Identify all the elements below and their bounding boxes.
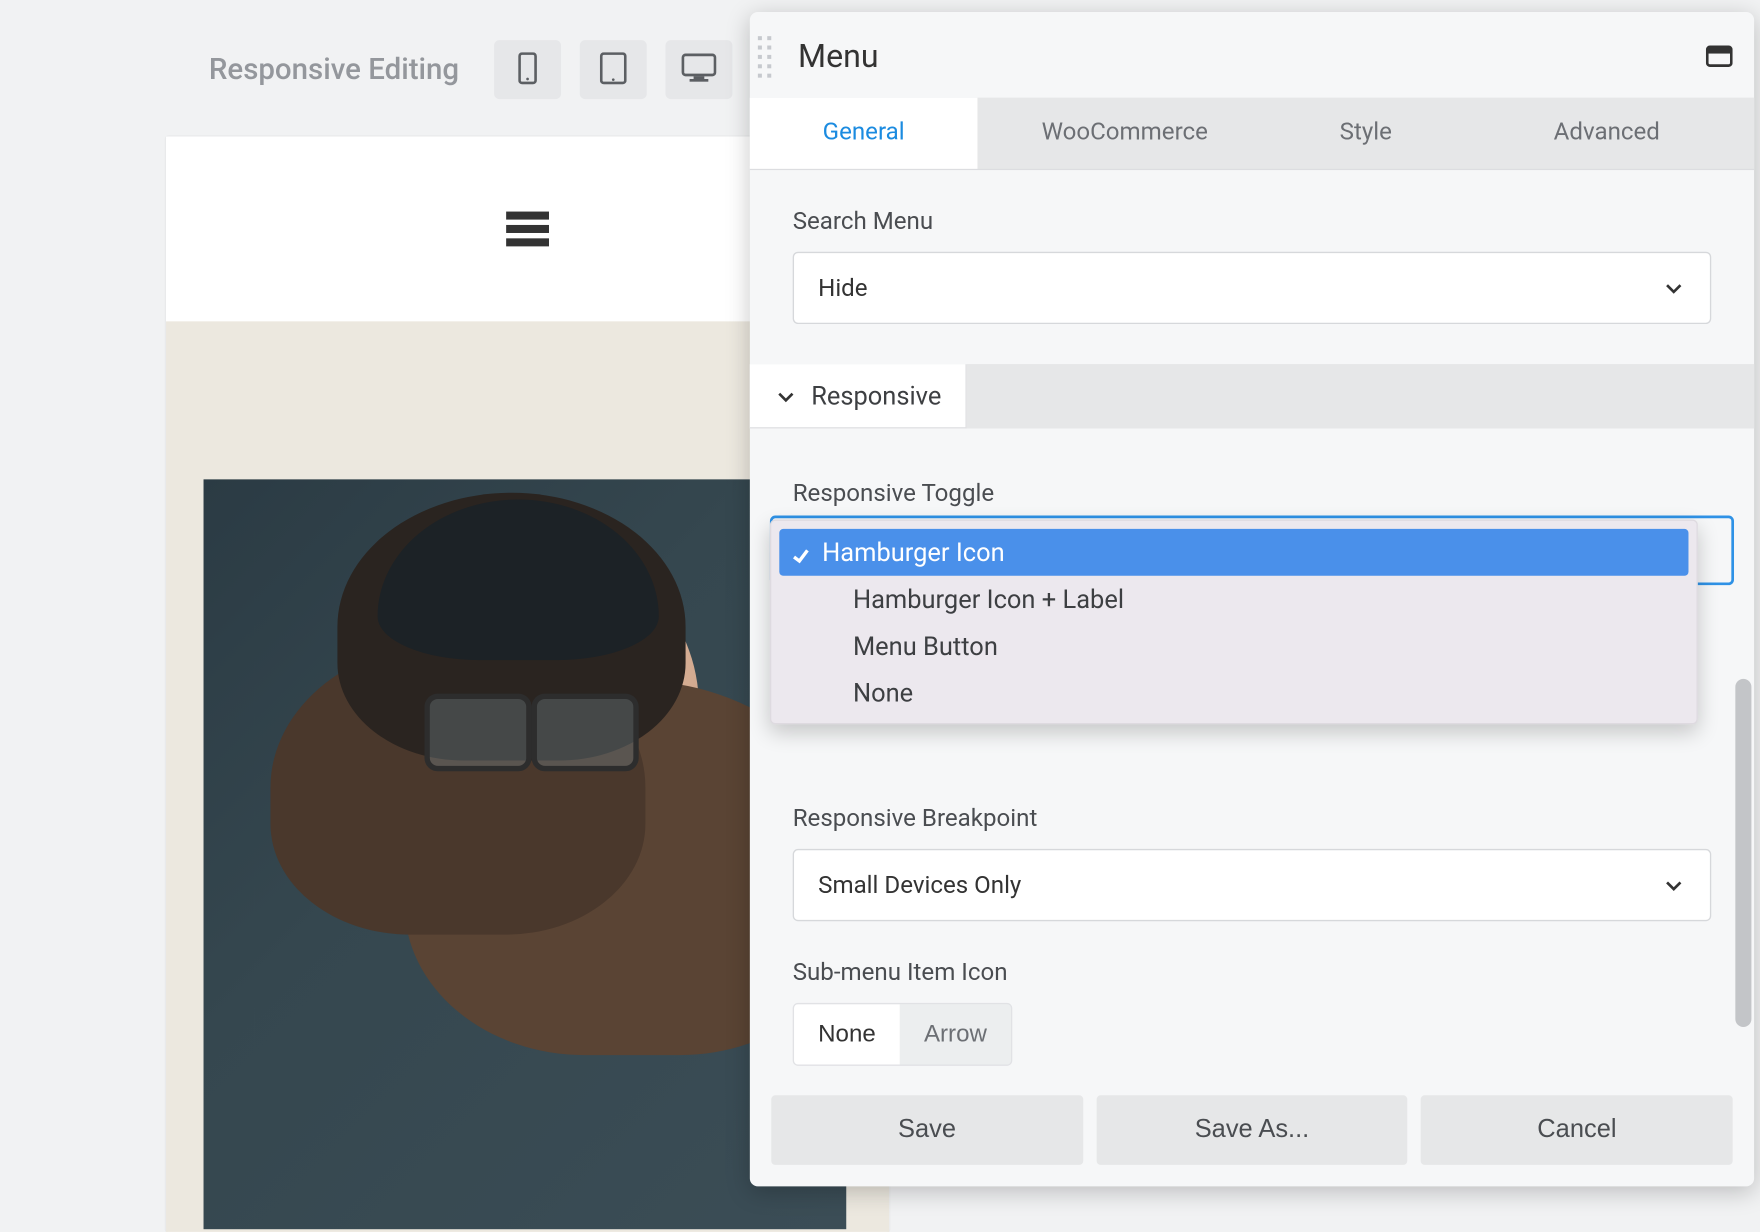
expand-panel-icon[interactable]	[1706, 46, 1733, 67]
search-menu-label: Search Menu	[750, 170, 1754, 252]
dropdown-option-label: None	[853, 678, 913, 709]
device-phone-button[interactable]	[494, 40, 561, 99]
device-tablet-button[interactable]	[580, 40, 647, 99]
menu-settings-panel: Menu General WooCommerce Style Advanced …	[750, 12, 1754, 1186]
submenu-icon-label: Sub-menu Item Icon	[750, 921, 1754, 1003]
responsive-section-toggle[interactable]: Responsive	[750, 364, 967, 428]
responsive-toggle-label: Responsive Toggle	[750, 428, 1754, 523]
tab-general[interactable]: General	[750, 98, 978, 169]
scrollbar-thumb[interactable]	[1735, 679, 1751, 1027]
responsive-section-label: Responsive	[811, 380, 941, 411]
dropdown-option-label: Menu Button	[853, 631, 998, 662]
tab-advanced[interactable]: Advanced	[1460, 98, 1755, 169]
dropdown-option-label: Hamburger Icon + Label	[853, 584, 1124, 615]
responsive-toggle-dropdown[interactable]: Hamburger Icon Hamburger Icon + Label Me…	[770, 520, 1698, 725]
search-menu-value: Hide	[818, 274, 867, 302]
hamburger-icon[interactable]	[506, 212, 549, 247]
dropdown-option-menu-button[interactable]: Menu Button	[770, 623, 1698, 670]
dropdown-option-hamburger-label[interactable]: Hamburger Icon + Label	[770, 576, 1698, 623]
save-as-button[interactable]: Save As...	[1096, 1095, 1408, 1165]
chevron-down-icon	[1662, 873, 1686, 897]
dropdown-option-hamburger-icon[interactable]: Hamburger Icon	[779, 529, 1688, 576]
submenu-icon-arrow-button[interactable]: Arrow	[900, 1004, 1011, 1064]
desktop-icon	[681, 53, 716, 86]
device-desktop-button[interactable]	[665, 40, 732, 99]
responsive-editing-label: Responsive Editing	[209, 53, 459, 86]
responsive-breakpoint-select[interactable]: Small Devices Only	[793, 849, 1712, 921]
tab-woocommerce[interactable]: WooCommerce	[977, 98, 1272, 169]
tablet-icon	[600, 52, 627, 88]
dropdown-option-label: Hamburger Icon	[822, 537, 1005, 568]
check-icon	[790, 542, 811, 563]
submenu-icon-segmented: None Arrow	[793, 1003, 1013, 1066]
search-menu-select[interactable]: Hide	[793, 252, 1712, 324]
phone-icon	[518, 52, 537, 88]
cancel-button[interactable]: Cancel	[1421, 1095, 1733, 1165]
drag-handle-icon[interactable]	[758, 29, 785, 83]
panel-title: Menu	[798, 37, 879, 74]
tab-style[interactable]: Style	[1272, 98, 1459, 169]
responsive-breakpoint-value: Small Devices Only	[818, 871, 1021, 899]
save-button[interactable]: Save	[771, 1095, 1083, 1165]
chevron-down-icon	[1662, 276, 1686, 300]
responsive-breakpoint-label: Responsive Breakpoint	[750, 765, 1754, 849]
submenu-icon-none-button[interactable]: None	[794, 1004, 900, 1064]
dropdown-option-none[interactable]: None	[770, 670, 1698, 725]
